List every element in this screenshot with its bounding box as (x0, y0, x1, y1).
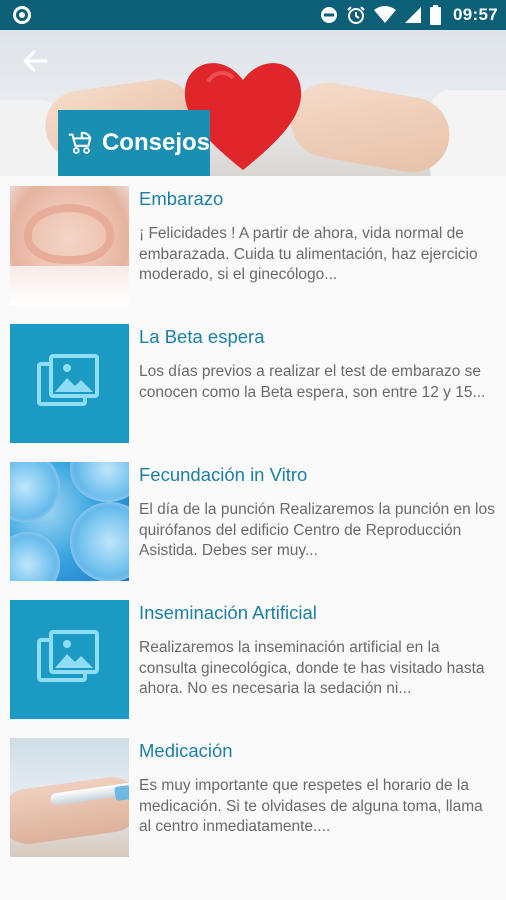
banner-hand (284, 76, 456, 176)
image-placeholder-icon (37, 354, 99, 406)
item-description: Los días previos a realizar el test de e… (139, 363, 486, 401)
hands-heart-shape (24, 204, 114, 264)
item-title: Inseminación Artificial (139, 602, 317, 623)
item-title: Medicación (139, 740, 233, 761)
wifi-icon (374, 6, 397, 23)
list-item-fecundacion-in-vitro[interactable]: Fecundación in Vitro El día de la punció… (0, 452, 506, 581)
page-title: Consejos (101, 129, 210, 156)
item-description: Es muy importante que respetes el horari… (139, 777, 483, 835)
image-placeholder-icon (37, 630, 99, 682)
list-item-inseminacion-artificial[interactable]: Inseminación Artificial Realizaremos la … (0, 590, 506, 719)
battery-icon (430, 5, 442, 25)
cell-shape (10, 532, 60, 581)
stroller-icon (68, 131, 92, 154)
thumbnail-shade (10, 266, 129, 305)
list-item-embarazo[interactable]: Embarazo ¡ Felicidades ! A partir de aho… (0, 176, 506, 305)
item-thumbnail (10, 462, 129, 581)
alarm-icon (347, 6, 365, 24)
page-title-box: Consejos (58, 110, 210, 176)
list-item-medicacion[interactable]: Medicación Es muy importante que respete… (0, 728, 506, 857)
injection-pen-cap (114, 784, 129, 802)
app-indicator-icon (13, 6, 31, 24)
item-title: Fecundación in Vitro (139, 464, 308, 485)
list-item-beta-espera[interactable]: La Beta espera Los días previos a realiz… (0, 314, 506, 443)
item-thumbnail (10, 738, 129, 857)
item-thumbnail (10, 186, 129, 305)
cell-shape (70, 502, 129, 581)
item-thumbnail (10, 600, 129, 719)
item-description: ¡ Felicidades ! A partir de ahora, vida … (139, 225, 478, 283)
status-bar: 09:57 (0, 0, 506, 30)
status-icons: 09:57 (320, 5, 498, 25)
dnd-icon (321, 7, 338, 23)
item-title: La Beta espera (139, 326, 265, 347)
back-arrow-icon[interactable] (20, 46, 50, 76)
item-thumbnail (10, 324, 129, 443)
cell-shape (70, 462, 129, 502)
cell-shape (10, 462, 60, 522)
item-title: Embarazo (139, 188, 224, 209)
item-description: El día de la punción Realizaremos la pun… (139, 501, 495, 559)
clock: 09:57 (453, 5, 498, 24)
header-banner: Consejos (0, 30, 506, 176)
signal-icon (405, 7, 422, 23)
item-description: Realizaremos la inseminación artificial … (139, 639, 485, 697)
